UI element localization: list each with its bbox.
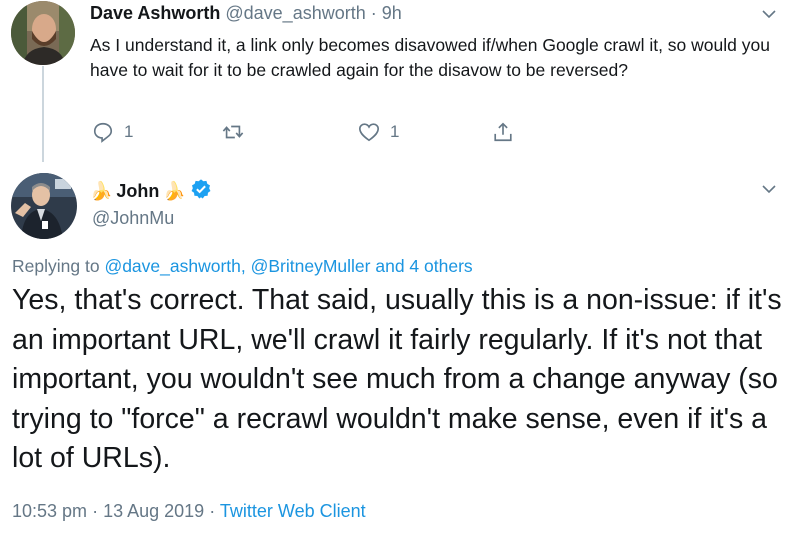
replying-to-users-link[interactable]: @dave_ashworth, @BritneyMuller and 4 oth… — [104, 256, 472, 276]
parent-tweet-header: Dave Ashworth @dave_ashworth · 9h — [90, 3, 402, 24]
main-author-name[interactable]: John — [116, 181, 159, 202]
tweet-client-link[interactable]: Twitter Web Client — [220, 501, 366, 521]
meta-separator: · — [209, 501, 216, 521]
verified-badge-icon — [190, 178, 212, 205]
retweet-button[interactable] — [222, 121, 244, 143]
tweet-time[interactable]: 10:53 pm — [12, 501, 87, 521]
chevron-down-icon[interactable] — [761, 181, 777, 197]
parent-author-name[interactable]: Dave Ashworth — [90, 3, 220, 23]
parent-author-handle[interactable]: @dave_ashworth — [225, 3, 365, 23]
replying-to-line: Replying to @dave_ashworth, @BritneyMull… — [12, 256, 473, 277]
like-icon — [358, 121, 380, 143]
thread-connector-line — [42, 66, 44, 162]
share-icon — [492, 121, 514, 143]
header-separator: · — [370, 3, 377, 23]
reply-button[interactable]: 1 — [92, 121, 133, 143]
parent-author-avatar[interactable] — [11, 1, 75, 65]
retweet-icon — [222, 121, 244, 143]
tweet-date[interactable]: 13 Aug 2019 — [103, 501, 204, 521]
banana-emoji: 🍌 — [163, 181, 186, 201]
reply-count: 1 — [124, 122, 134, 141]
parent-tweet-text: As I understand it, a link only becomes … — [90, 35, 770, 80]
share-button[interactable] — [492, 121, 514, 143]
main-author-name-row[interactable]: 🍌 John 🍌 — [90, 178, 212, 205]
main-author-handle[interactable]: @JohnMu — [92, 208, 174, 229]
parent-tweet-time[interactable]: 9h — [382, 3, 402, 23]
chevron-down-icon[interactable] — [761, 6, 777, 22]
like-button[interactable]: 1 — [358, 121, 399, 143]
replying-to-label: Replying to — [12, 256, 100, 276]
tweet-metadata: 10:53 pm · 13 Aug 2019 · Twitter Web Cli… — [12, 501, 366, 522]
main-author-avatar[interactable] — [11, 173, 77, 239]
meta-separator: · — [92, 501, 99, 521]
reply-icon — [92, 121, 114, 143]
main-tweet-text: Yes, that's correct. That said, usually … — [12, 284, 782, 474]
like-count: 1 — [390, 122, 400, 141]
banana-emoji: 🍌 — [90, 181, 113, 201]
